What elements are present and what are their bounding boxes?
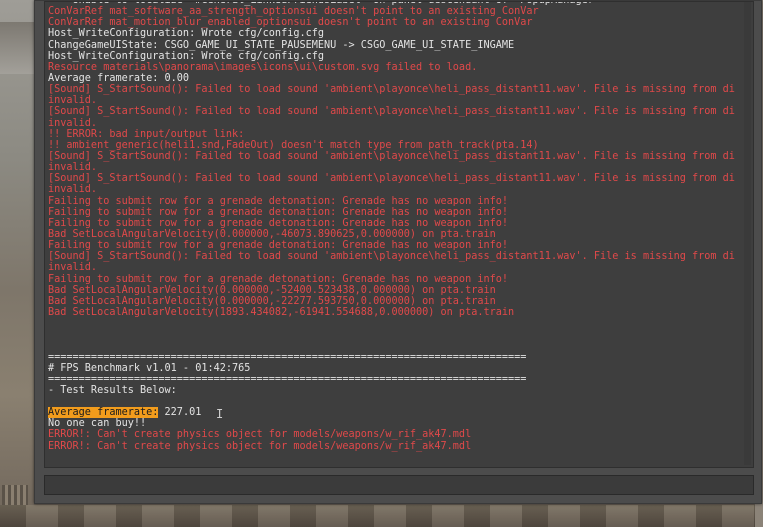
console-line: !! ambient_generic(heli1.snd,FadeOut) do…: [48, 139, 539, 151]
console-line: Average framerate: 227.01: [48, 407, 753, 419]
console-line: ERROR!: Can't create physics object for …: [48, 440, 472, 452]
console-line: ERROR!: Can't create physics object for …: [48, 429, 472, 441]
console-line: Failing to submit row for a grenade deto…: [48, 217, 509, 229]
console-line: Failing to submit row for a grenade deto…: [48, 195, 509, 207]
console-line: Resource materials\panorama\images\icons…: [48, 61, 478, 73]
console-line: !! ERROR: bad input/output link:: [48, 128, 245, 140]
console-log[interactable]: Unable to localize '#General_LinkedFrien…: [44, 1, 754, 468]
console-line: Bad SetLocalAngularVelocity(0.000000,-46…: [48, 228, 496, 240]
background-beam: [0, 22, 34, 74]
console-line: ConVarRef mat_software_aa_strength_optio…: [48, 6, 539, 18]
console-line: invalid.: [48, 162, 98, 174]
background-floor: [0, 505, 763, 527]
console-line: Host_WriteConfiguration: Wrote cfg/confi…: [48, 28, 325, 40]
console-line: Failing to submit row for a grenade deto…: [48, 273, 509, 285]
console-line: [Sound] S_StartSound(): Failed to load s…: [48, 84, 735, 96]
console-line: invalid.: [48, 117, 98, 129]
console-log-lines: Unable to localize '#General_LinkedFrien…: [48, 2, 753, 452]
highlighted-text: Average framerate:: [48, 407, 159, 419]
text-cursor-icon: I: [216, 407, 224, 421]
console-line: ========================================…: [48, 373, 527, 385]
console-line: - Test Results Below:: [48, 384, 177, 396]
console-line: [Sound] S_StartSound(): Failed to load s…: [48, 106, 735, 118]
developer-console: Unable to localize '#General_LinkedFrien…: [34, 0, 762, 504]
console-line: [Sound] S_StartSound(): Failed to load s…: [48, 150, 735, 162]
console-line: Failing to submit row for a grenade deto…: [48, 206, 509, 218]
console-line: No one can buy!!: [48, 418, 147, 430]
console-line: ========================================…: [48, 351, 527, 363]
console-line: Bad SetLocalAngularVelocity(0.000000,-22…: [48, 295, 496, 307]
console-line: [Sound] S_StartSound(): Failed to load s…: [48, 173, 735, 185]
console-scrollbar[interactable]: [744, 2, 751, 465]
framerate-value: 227.01: [158, 407, 202, 419]
console-line: Bad SetLocalAngularVelocity(1893.434082,…: [48, 306, 515, 318]
console-input[interactable]: [45, 479, 753, 498]
console-line: [Sound] S_StartSound(): Failed to load s…: [48, 251, 735, 263]
console-line: invalid.: [48, 262, 98, 274]
console-line: invalid.: [48, 95, 98, 107]
console-line: Average framerate: 0.00: [48, 72, 190, 84]
console-line: invalid.: [48, 184, 98, 196]
console-line: # FPS Benchmark v1.01 - 01:42:765: [48, 362, 251, 374]
console-line: Bad SetLocalAngularVelocity(0.000000,-52…: [48, 284, 496, 296]
console-line: ChangeGameUIState: CSGO_GAME_UI_STATE_PA…: [48, 39, 515, 51]
console-line: Host_WriteConfiguration: Wrote cfg/confi…: [48, 50, 325, 62]
background-wall: [0, 0, 34, 527]
console-line: ConVarRef mat_motion_blur_enabled_option…: [48, 17, 533, 29]
console-line: Failing to submit row for a grenade deto…: [48, 240, 509, 252]
console-input-row[interactable]: [44, 475, 754, 498]
